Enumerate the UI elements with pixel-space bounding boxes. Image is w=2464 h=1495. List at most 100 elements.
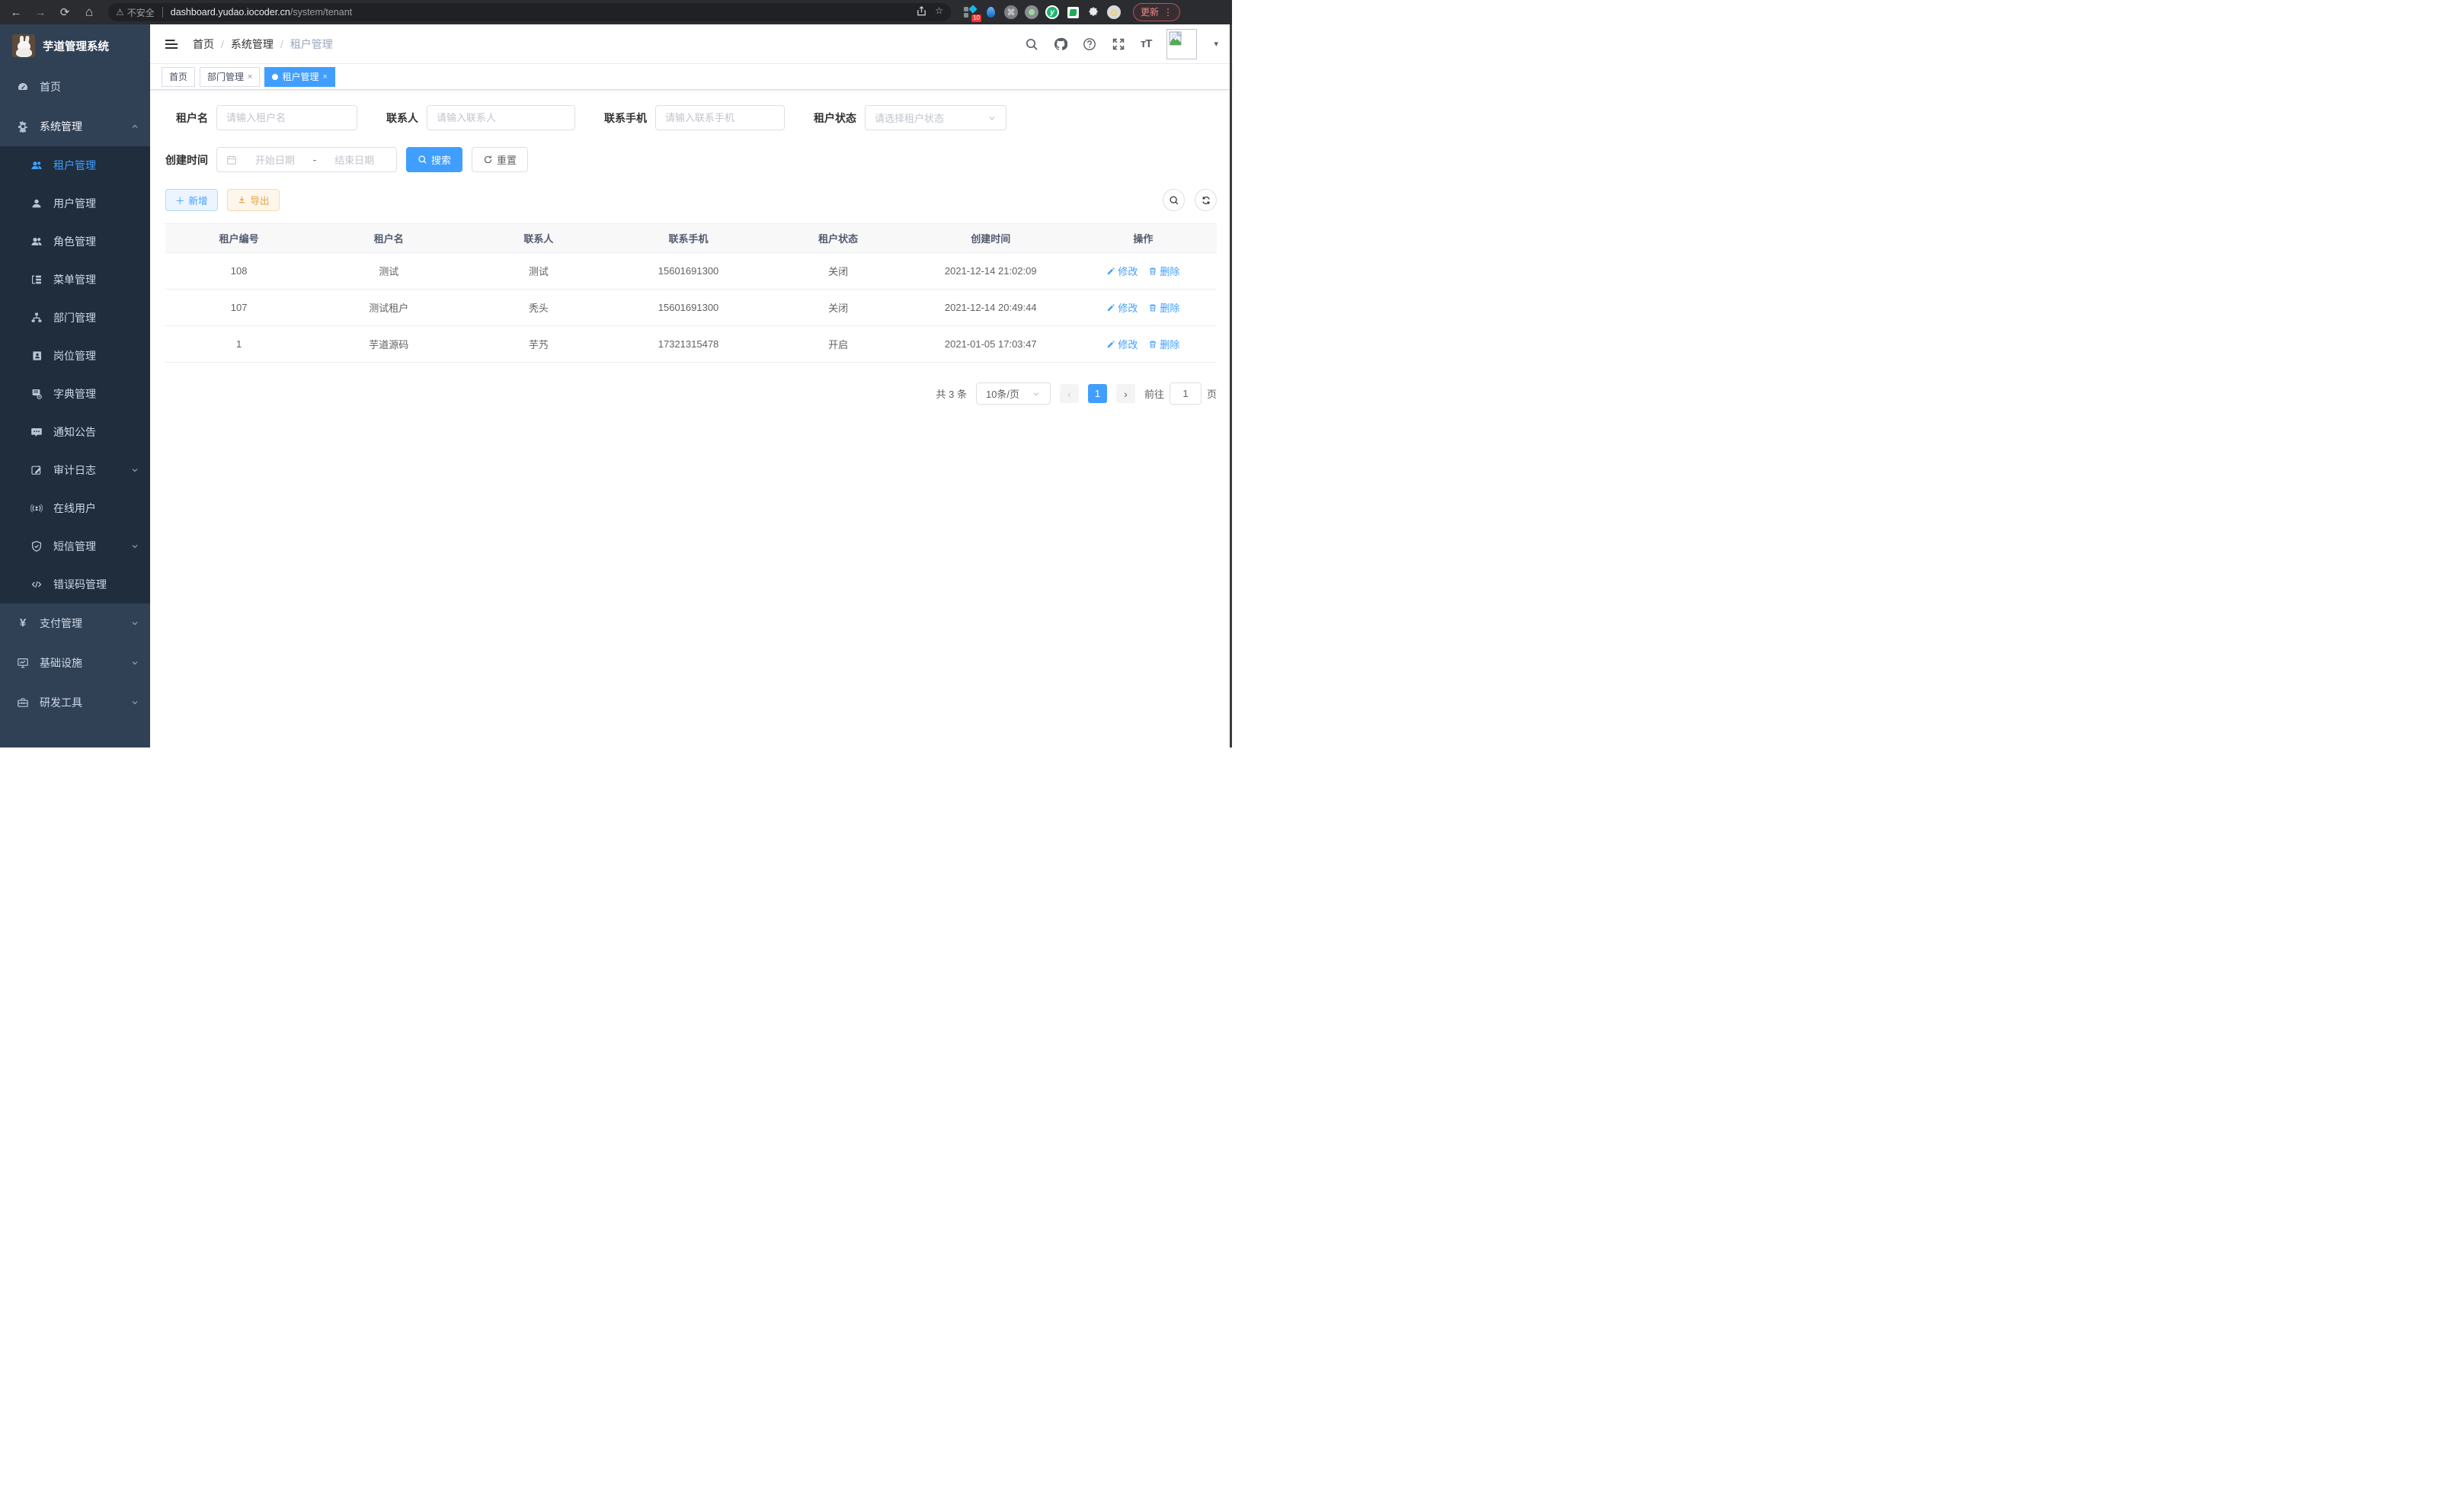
fullscreen-icon[interactable] [1112, 37, 1125, 51]
extension-chat-icon[interactable] [1066, 5, 1080, 19]
date-start-placeholder[interactable]: 开始日期 [242, 152, 308, 167]
col-created: 创建时间 [912, 231, 1070, 245]
sidebar-item-infra[interactable]: 基础设施 [0, 643, 150, 683]
close-icon[interactable]: × [248, 72, 252, 82]
tab-home[interactable]: 首页 [162, 67, 195, 87]
prev-page-button[interactable]: ‹ [1060, 384, 1079, 403]
avatar-caret-icon[interactable]: ▾ [1214, 39, 1218, 49]
sidebar-item-user[interactable]: 用户管理 [0, 184, 150, 222]
reset-button[interactable]: 重置 [472, 147, 528, 172]
sidebar-item-online-users[interactable]: 在线用户 [0, 489, 150, 527]
sidebar-item-menu[interactable]: 菜单管理 [0, 261, 150, 299]
extension-command-icon[interactable]: ⌘ [1004, 5, 1018, 19]
edit-link[interactable]: 修改 [1106, 300, 1138, 315]
contact-input[interactable] [427, 105, 575, 130]
date-end-placeholder[interactable]: 结束日期 [322, 152, 387, 167]
mobile-input[interactable] [655, 105, 785, 130]
browser-home-icon[interactable]: ⌂ [79, 2, 99, 22]
breadcrumb-separator: / [221, 38, 224, 50]
sidebar-item-audit-log[interactable]: 审计日志 [0, 451, 150, 489]
bookmark-star-icon[interactable]: ☆ [935, 5, 943, 19]
contact-field[interactable] [437, 112, 565, 123]
edit-link[interactable]: 修改 [1106, 264, 1138, 278]
breadcrumb-system[interactable]: 系统管理 [231, 37, 274, 52]
logo-rabbit-image [12, 34, 35, 57]
extensions-puzzle-icon[interactable] [1086, 5, 1100, 19]
url-text[interactable]: dashboard.yudao.iocoder.cn/system/tenant [171, 7, 911, 18]
page-number-1[interactable]: 1 [1088, 384, 1107, 403]
chevron-down-icon [987, 114, 997, 123]
page-size-select[interactable]: 10条/页 [976, 383, 1051, 405]
cell-mobile: 15601691300 [612, 265, 764, 277]
header-search-icon[interactable] [1025, 37, 1038, 51]
tenant-name-input[interactable] [216, 105, 357, 130]
table-search-toggle-button[interactable] [1163, 189, 1185, 211]
sidebar-item-tenant[interactable]: 租户管理 [0, 146, 150, 184]
edit-link[interactable]: 修改 [1106, 337, 1138, 351]
help-icon[interactable] [1083, 37, 1096, 51]
extension-emoji-icon[interactable]: ☺ [1107, 5, 1121, 19]
browser-update-button[interactable]: 更新 ⋮ [1133, 3, 1180, 21]
sidebar-item-dept[interactable]: 部门管理 [0, 299, 150, 337]
search-button[interactable]: 搜索 [406, 147, 462, 172]
date-range-picker[interactable]: 开始日期 - 结束日期 [216, 147, 397, 172]
sidebar-fold-icon[interactable] [164, 37, 179, 52]
goto-page-field[interactable] [1179, 388, 1192, 399]
cell-status: 开启 [765, 337, 912, 351]
extension-blocks-icon[interactable]: 10 [963, 5, 977, 19]
sidebar-item-home[interactable]: 首页 [0, 67, 150, 107]
tab-tenant[interactable]: 租户管理× [264, 67, 334, 87]
sidebar-item-error-code[interactable]: 错误码管理 [0, 565, 150, 603]
sidebar-menu: 首页 系统管理 租户管理 用户管理 [0, 67, 150, 748]
breadcrumb-home[interactable]: 首页 [193, 37, 214, 52]
col-tenant-id: 租户编号 [165, 231, 312, 245]
delete-link[interactable]: 删除 [1148, 300, 1179, 315]
address-bar[interactable]: ⚠ 不安全 dashboard.yudao.iocoder.cn/system/… [108, 3, 951, 21]
browser-menu-kebab-icon[interactable]: ⋮ [1163, 7, 1173, 18]
font-size-icon[interactable]: тT [1141, 37, 1152, 50]
browser-back-icon[interactable]: ← [6, 2, 26, 22]
sidebar-item-pay[interactable]: ¥ 支付管理 [0, 603, 150, 643]
browser-reload-icon[interactable]: ⟳ [55, 2, 75, 22]
security-warning[interactable]: ⚠ 不安全 [116, 6, 155, 19]
app-logo[interactable]: 芋道管理系统 [0, 24, 150, 67]
avatar[interactable] [1166, 29, 1197, 59]
omnibox-divider [162, 7, 163, 18]
trash-icon [1148, 303, 1157, 312]
extension-badge: 10 [971, 14, 981, 22]
mobile-field[interactable] [665, 112, 775, 123]
sidebar-item-post[interactable]: 岗位管理 [0, 337, 150, 375]
sidebar-item-devtools[interactable]: 研发工具 [0, 683, 150, 722]
sidebar-item-dict[interactable]: 字典管理 [0, 375, 150, 413]
extension-y-icon[interactable]: y [1045, 5, 1059, 19]
screen: ← → ⟳ ⌂ ⚠ 不安全 dashboard.yudao.iocoder.cn… [0, 0, 1232, 748]
browser-forward-icon[interactable]: → [30, 2, 50, 22]
table-refresh-button[interactable] [1195, 189, 1217, 211]
col-mobile: 联系手机 [612, 231, 764, 245]
next-page-button[interactable]: › [1116, 384, 1135, 403]
close-icon[interactable]: × [322, 72, 327, 82]
active-dot [272, 74, 278, 80]
tab-dept[interactable]: 部门管理× [200, 67, 260, 87]
cell-contact: 测试 [465, 264, 612, 278]
extension-record-icon[interactable] [1025, 5, 1038, 19]
sidebar-item-notice[interactable]: 通知公告 [0, 413, 150, 451]
sidebar-item-system[interactable]: 系统管理 [0, 107, 150, 146]
chevron-down-icon [130, 658, 139, 667]
edit-icon [1106, 340, 1115, 349]
github-icon[interactable] [1054, 37, 1067, 51]
table-toolbar: ＋ 新增 导出 [165, 189, 1217, 211]
delete-link[interactable]: 删除 [1148, 264, 1179, 278]
url-host: dashboard.yudao.iocoder.cn [171, 7, 290, 18]
sidebar-item-role[interactable]: 角色管理 [0, 222, 150, 261]
add-button[interactable]: ＋ 新增 [165, 189, 218, 211]
status-select[interactable]: 请选择租户状态 [865, 105, 1006, 130]
tenant-name-field[interactable] [226, 112, 347, 123]
share-icon[interactable] [916, 5, 927, 19]
delete-link[interactable]: 删除 [1148, 337, 1179, 351]
extension-balloon-icon[interactable] [984, 5, 997, 19]
cell-actions: 修改 删除 [1070, 300, 1217, 315]
export-button[interactable]: 导出 [227, 189, 280, 211]
goto-page-input[interactable] [1170, 383, 1202, 405]
sidebar-item-sms[interactable]: 短信管理 [0, 527, 150, 565]
